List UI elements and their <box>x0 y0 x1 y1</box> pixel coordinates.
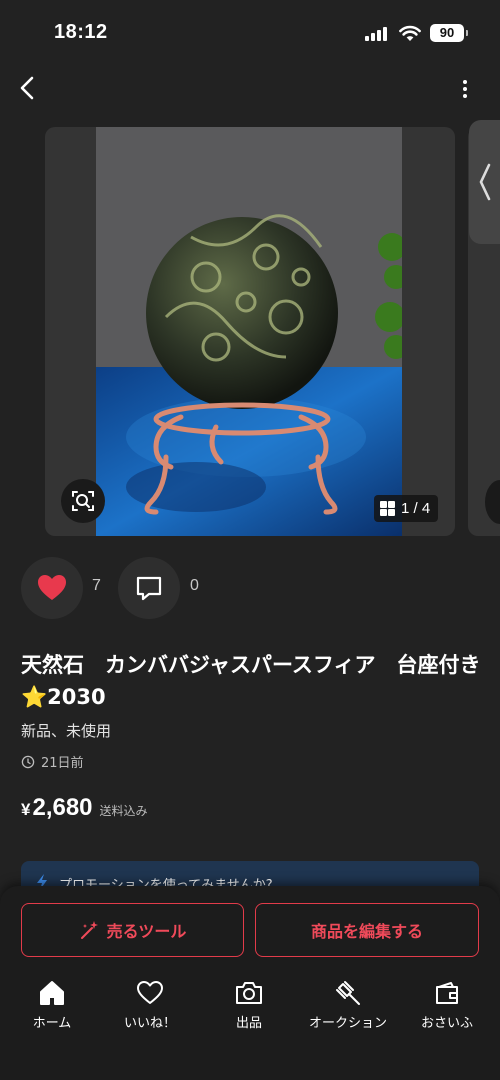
home-icon <box>40 981 64 1005</box>
comment-icon <box>136 576 162 601</box>
status-bar: 18:12 90 <box>0 0 500 64</box>
currency-symbol: ¥ <box>21 800 31 819</box>
product-condition: 新品、未使用 <box>21 722 112 740</box>
back-arrow-icon[interactable] <box>14 72 40 104</box>
tab-home[interactable]: ホーム <box>2 980 102 1031</box>
tab-bar: ホーム いいね！ 出品 オークション おさいふ <box>0 980 500 1044</box>
tab-auction[interactable]: オークション <box>298 980 398 1031</box>
tab-listing[interactable]: 出品 <box>199 980 299 1031</box>
clock-icon <box>21 755 35 768</box>
camera-icon <box>236 982 262 1004</box>
next-image-button[interactable] <box>469 120 500 244</box>
tab-wallet[interactable]: おさいふ <box>397 980 497 1031</box>
image-counter-label: 1 / 4 <box>401 500 431 517</box>
sell-tool-label: 売るツール <box>106 922 187 941</box>
magic-wand-icon <box>80 921 98 939</box>
tab-wallet-label: おさいふ <box>420 1016 473 1031</box>
sell-tool-button[interactable]: 売るツール <box>21 903 244 957</box>
product-title: 天然石 カンババジャスパースフィア 台座付き⭐️2030 <box>21 653 481 709</box>
tab-likes[interactable]: いいね！ <box>100 980 200 1031</box>
posted-time: 21日前 <box>21 752 84 771</box>
comment-button[interactable] <box>118 557 180 619</box>
wifi-icon <box>399 25 421 41</box>
comment-count: 0 <box>190 577 199 594</box>
like-count: 7 <box>92 577 101 594</box>
bottom-panel: 売るツール 商品を編集する ホーム いいね！ 出品 オークション おさいふ <box>0 886 500 1080</box>
like-button[interactable] <box>21 557 83 619</box>
image-gallery[interactable] <box>0 127 500 536</box>
tab-auction-label: オークション <box>308 1016 387 1031</box>
zoom-search-icon <box>72 491 94 511</box>
image-zoom-button[interactable] <box>61 479 105 523</box>
cellular-signal-icon <box>365 27 389 41</box>
gallery-slide[interactable] <box>45 127 455 536</box>
price: ¥ 2,680 送料込み <box>21 794 148 822</box>
edit-item-label: 商品を編集する <box>310 922 423 941</box>
wallet-icon <box>436 982 458 1004</box>
edit-item-button[interactable]: 商品を編集する <box>255 903 479 957</box>
more-options-icon[interactable] <box>452 76 478 102</box>
image-counter[interactable]: 1 / 4 <box>374 495 439 522</box>
battery-icon: 90 <box>430 24 468 42</box>
grid-icon <box>380 501 395 516</box>
shipping-label: 送料込み <box>99 804 148 818</box>
status-time: 18:12 <box>54 21 108 43</box>
tab-listing-label: 出品 <box>235 1016 262 1031</box>
chevron-left-icon <box>479 163 491 201</box>
gavel-icon <box>336 981 360 1005</box>
heart-icon <box>38 575 66 600</box>
price-value: 2,680 <box>32 794 93 821</box>
tab-home-label: ホーム <box>32 1016 72 1031</box>
product-photo[interactable] <box>96 127 402 536</box>
heart-outline-icon <box>137 981 163 1004</box>
posted-time-label: 21日前 <box>41 756 84 771</box>
tab-likes-label: いいね！ <box>123 1016 176 1031</box>
